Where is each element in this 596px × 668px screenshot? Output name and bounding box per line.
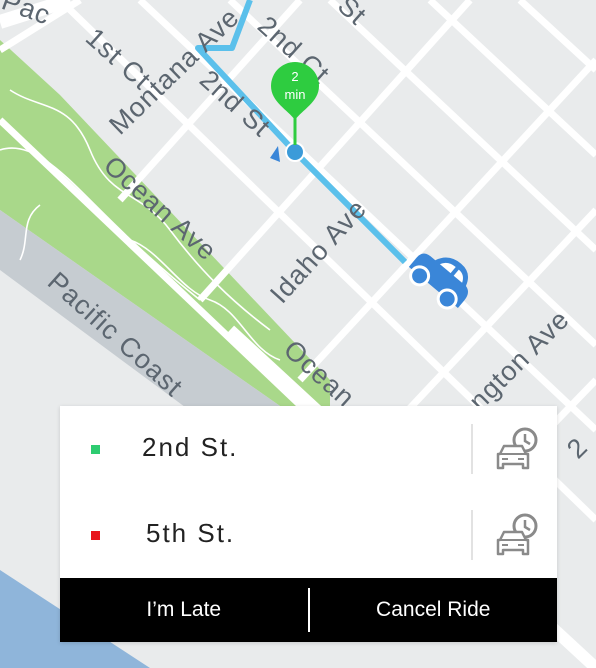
eta-value: 2 [291,69,298,84]
cancel-ride-button[interactable]: Cancel Ride [310,578,558,642]
row-divider [471,510,473,560]
scheduled-car-icon[interactable] [490,424,542,474]
dropoff-marker [91,531,100,540]
eta-unit: min [285,87,306,102]
scheduled-car-icon[interactable] [490,510,542,560]
pickup-point [285,142,305,162]
pickup-marker [91,445,100,454]
im-late-button[interactable]: I’m Late [60,578,308,642]
ride-tracking-screen: Pac 1st Ct Montana Ave 2nd Ct St 2nd St … [0,0,596,668]
ride-panel: 2nd St. 5th St. I’m Late Cancel Ride [60,406,557,642]
stop-row-dropoff[interactable]: 5th St. [60,492,557,578]
stop-row-pickup[interactable]: 2nd St. [60,406,557,492]
row-divider [471,424,473,474]
dropoff-label: 5th St. [146,518,236,548]
action-bar: I’m Late Cancel Ride [60,578,557,642]
pickup-label: 2nd St. [142,432,239,462]
